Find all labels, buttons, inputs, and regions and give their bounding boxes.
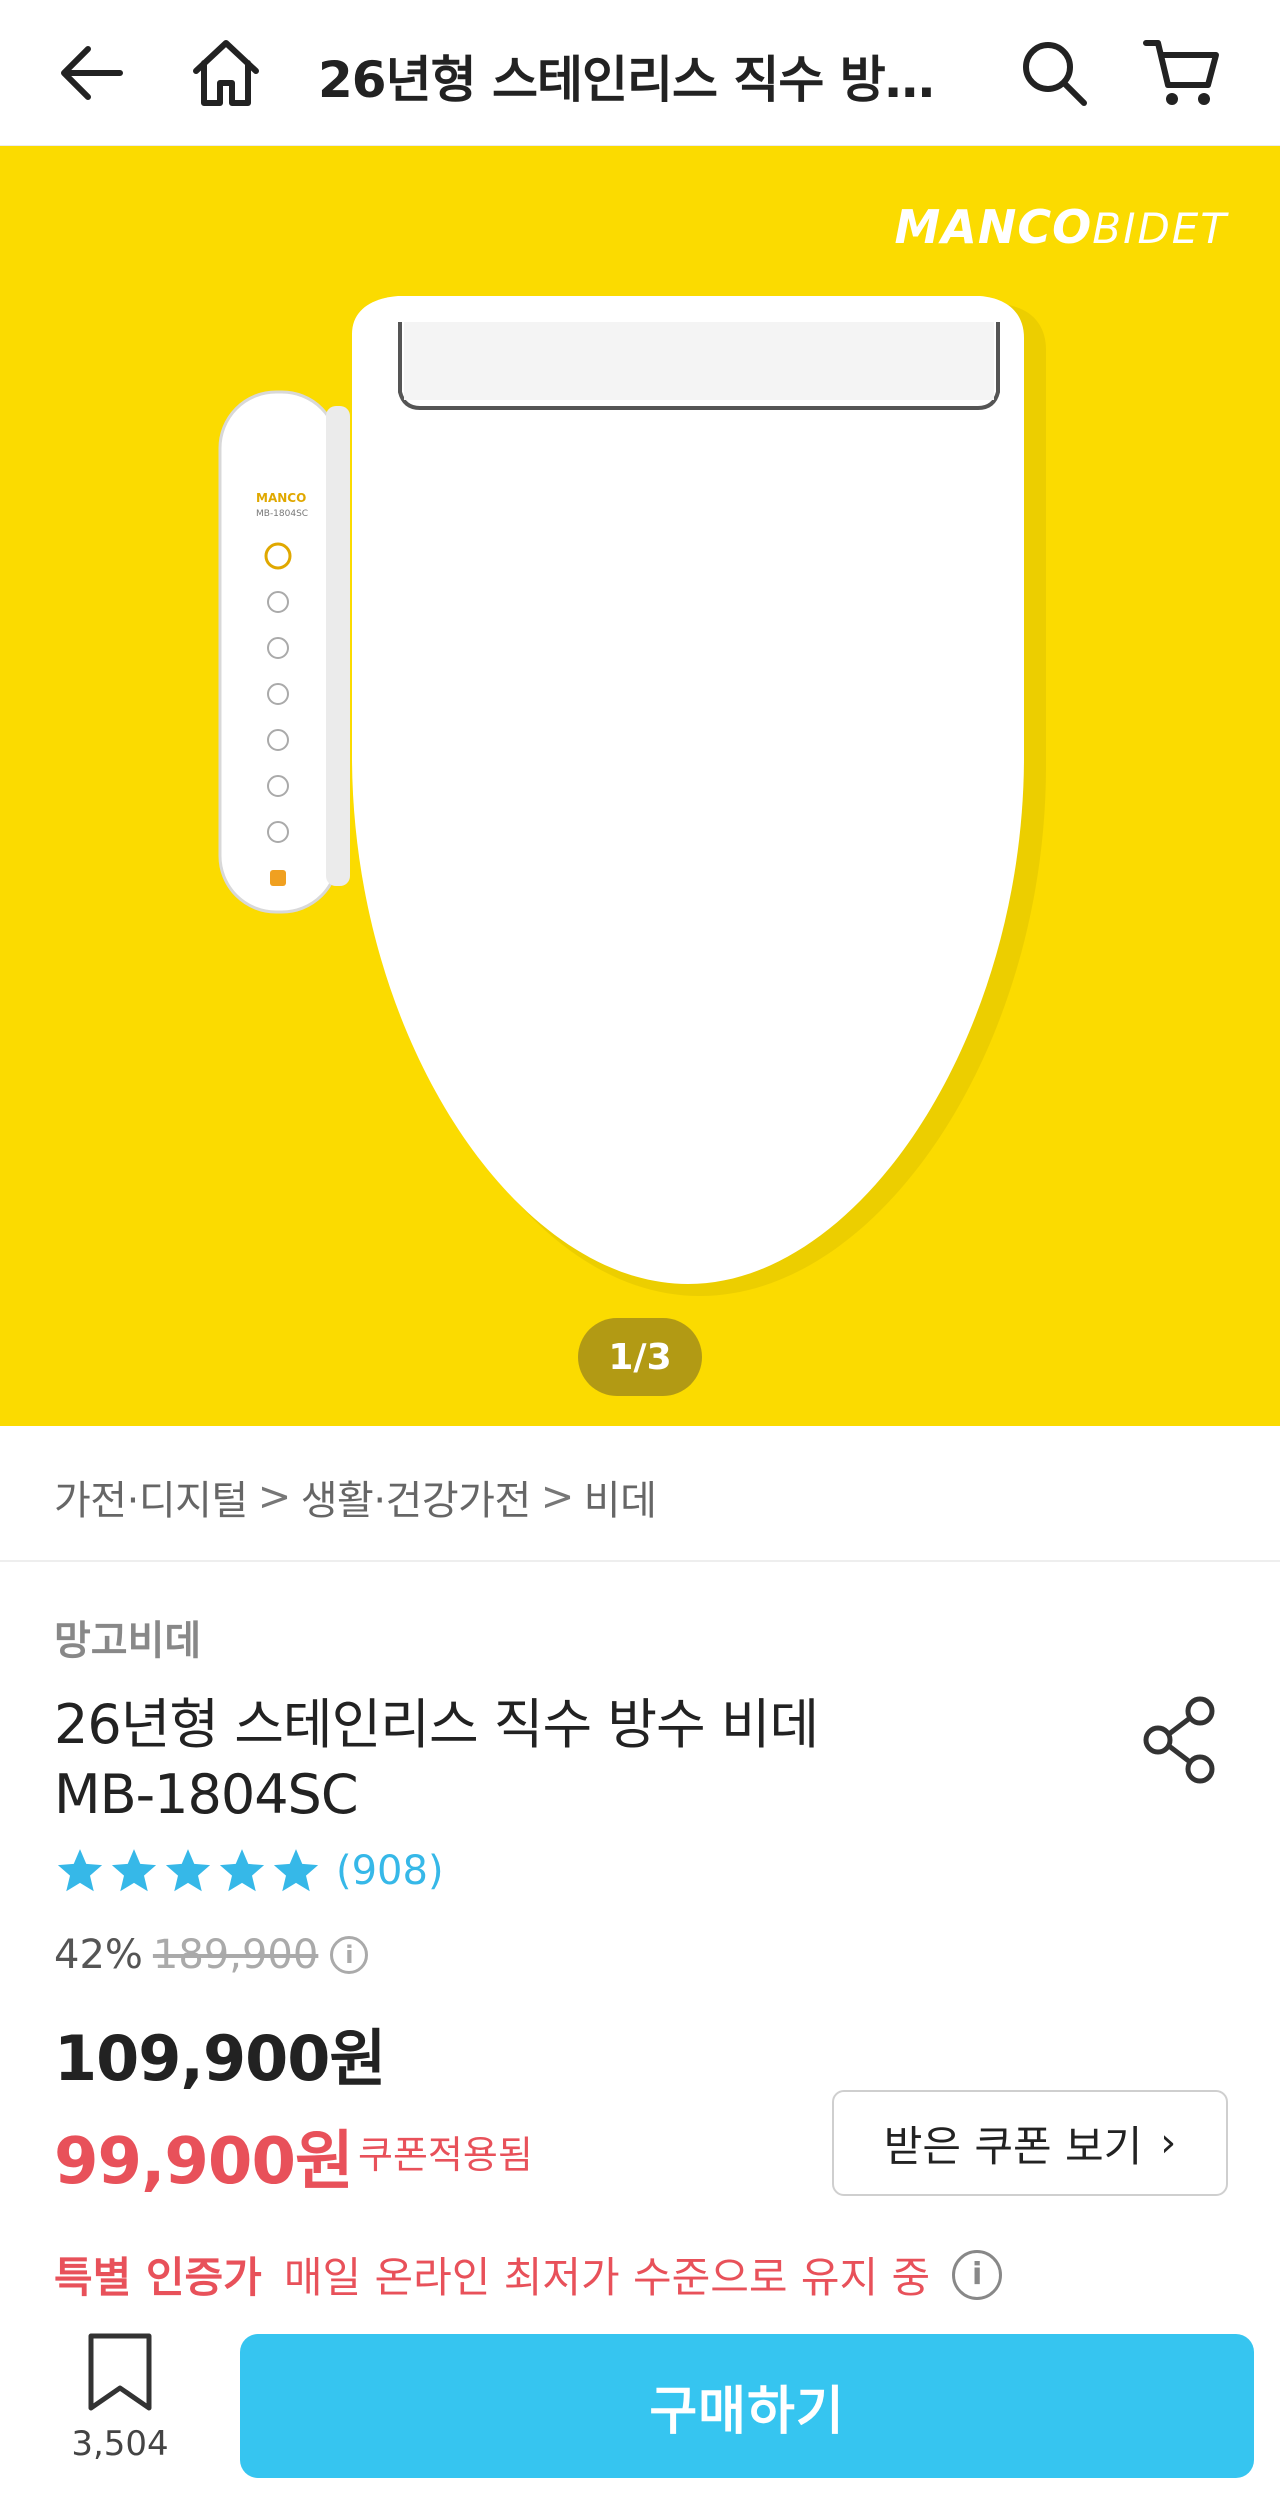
coupon-applied-label: 쿠폰적용됨 [358,2133,533,2177]
brand-link[interactable]: 망고비데 [54,1608,201,1666]
home-button[interactable] [176,23,276,123]
header-title: 26년형 스테인리스 직수 방… [318,51,935,109]
original-price: 189,900 [152,1932,319,1978]
breadcrumb-item-bidet[interactable]: 비데 [584,1468,657,1526]
original-price-row: 42% 189,900 i [54,1932,369,1978]
star-icon [57,1849,103,1892]
back-button[interactable] [42,23,142,123]
coupon-price: 99,900원 [54,2125,354,2199]
search-icon [1023,42,1087,106]
brand-logo: MANCOBIDET [894,200,1228,254]
view-coupons-label: 받은 쿠폰 보기 [883,2121,1143,2171]
chevron-right-icon: › [1160,2120,1177,2166]
special-price-notice: 특별 인증가 매일 온라인 최저가 수준으로 유지 중 i [54,2244,1003,2305]
product-title-line2: MB-1804SC [54,1763,359,1826]
bookmark-icon [88,2333,152,2411]
price-info-icon[interactable]: i [330,1936,369,1974]
svg-text:MB-1804SC: MB-1804SC [256,509,308,519]
image-page-indicator: 1/3 [578,1318,702,1396]
special-price-description: 매일 온라인 최저가 수준으로 유지 중 [283,2253,931,2302]
review-count[interactable]: (908) [336,1848,444,1894]
breadcrumb-separator: > [540,1474,575,1520]
star-icon [165,1849,211,1892]
star-icon [273,1849,319,1892]
star-icon [219,1849,265,1892]
discount-rate: 42% [54,1932,143,1978]
breadcrumb-item-health-appliances[interactable]: 생활·건강가전 [301,1468,532,1526]
arrow-left-icon [61,46,123,100]
breadcrumb-separator: > [257,1474,292,1520]
search-button[interactable] [1004,23,1104,123]
section-divider [0,1560,1280,1562]
breadcrumb: 가전·디지털 > 생활·건강가전 > 비데 [54,1468,657,1526]
top-app-bar: 26년형 스테인리스 직수 방… [0,0,1280,146]
info-icon[interactable]: i [952,2249,1003,2300]
wishlist-count: 3,504 [71,2424,169,2464]
sale-price: 109,900원 [54,2022,386,2095]
svg-text:MANCO: MANCO [256,491,306,505]
bidet-product-image: MANCO MB-1804SC [218,296,1046,1296]
special-price-label: 특별 인증가 [54,2253,262,2302]
rating-row[interactable]: (908) [54,1846,444,1896]
bottom-action-bar: 3,504 구매하기 [0,2312,1280,2499]
product-title-line1: 26년형 스테인리스 직수 방수 비데 [54,1693,819,1756]
cart-button[interactable] [1132,23,1232,123]
breadcrumb-item-appliances[interactable]: 가전·디지털 [54,1468,248,1526]
rating-stars [54,1846,322,1896]
star-icon [111,1849,157,1892]
share-icon [1143,1696,1215,1784]
cart-icon [1143,40,1219,105]
view-coupons-button[interactable]: 받은 쿠폰 보기 › [832,2090,1228,2196]
share-button[interactable] [1130,1690,1230,1790]
wishlist-button[interactable]: 3,504 [50,2332,190,2482]
product-title: 26년형 스테인리스 직수 방수 비데 MB-1804SC [54,1690,1054,1830]
buy-now-button[interactable]: 구매하기 [240,2334,1254,2478]
home-icon [193,40,259,106]
product-image-carousel[interactable]: MANCO MB-1804SC MANCOBIDET 1/3 [0,146,1280,1426]
